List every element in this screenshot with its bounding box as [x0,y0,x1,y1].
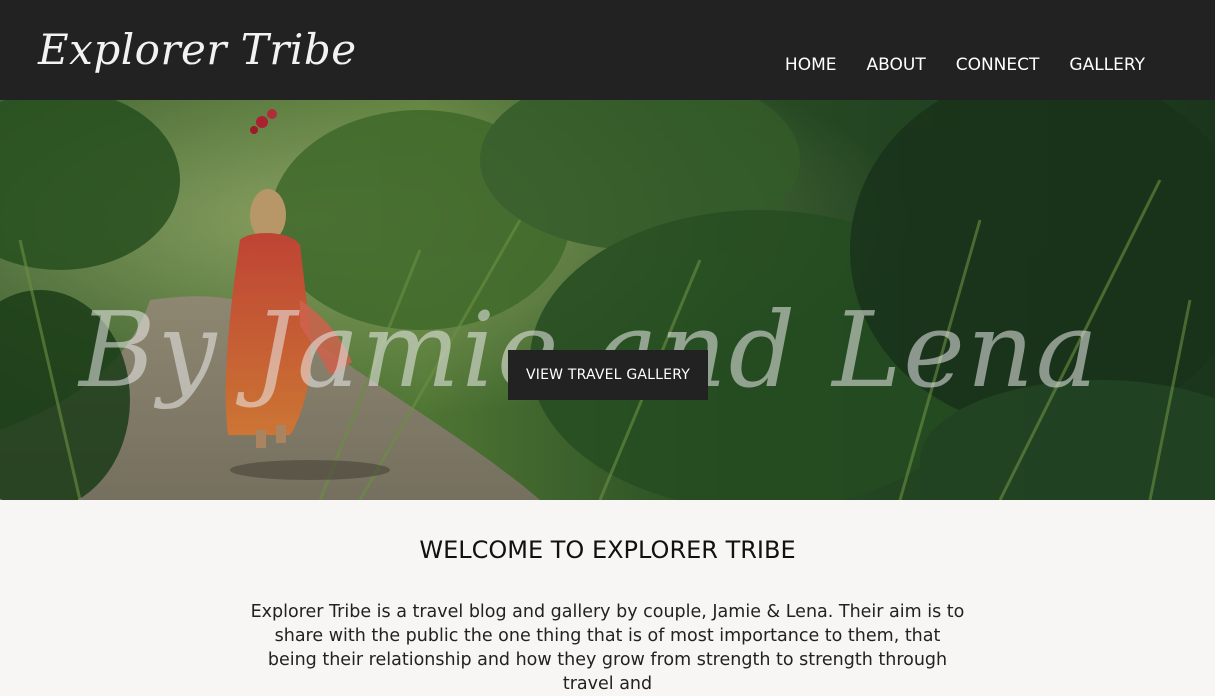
nav-about[interactable]: ABOUT [867,50,926,80]
welcome-body-text: Explorer Tribe is a travel blog and gall… [250,602,965,694]
site-logo[interactable]: Explorer Tribe [38,22,357,78]
nav-home[interactable]: HOME [785,50,837,80]
view-travel-gallery-button[interactable]: VIEW TRAVEL GALLERY [508,350,708,400]
nav-connect[interactable]: CONNECT [956,50,1040,80]
hero-banner: By Jamie and Lena VIEW TRAVEL GALLERY [0,100,1215,500]
welcome-section: WELCOME TO EXPLORER TRIBE Explorer Tribe… [0,500,1215,694]
site-header: Explorer Tribe HOME ABOUT CONNECT GALLER… [0,0,1215,100]
welcome-heading: WELCOME TO EXPLORER TRIBE [419,536,796,564]
nav-gallery[interactable]: GALLERY [1069,50,1145,80]
main-nav: HOME ABOUT CONNECT GALLERY [785,50,1145,80]
